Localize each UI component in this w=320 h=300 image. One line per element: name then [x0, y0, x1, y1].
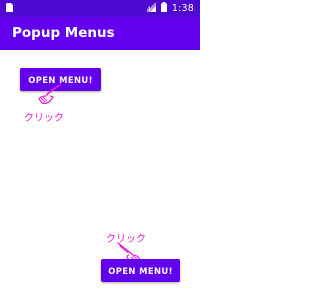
open-menu-button-bottom[interactable]: OPEN MENU! [101, 259, 180, 282]
click-annotation-top: クリック [24, 113, 64, 124]
battery-icon [160, 2, 167, 15]
sim-card-icon [6, 3, 13, 15]
status-bar: 4 1:38 [0, 0, 200, 17]
pointing-hand-icon [36, 84, 62, 112]
status-time: 1:38 [171, 3, 194, 14]
svg-text:4: 4 [147, 6, 151, 12]
page-title: Popup Menus [12, 25, 115, 41]
app-bar: Popup Menus [0, 17, 200, 50]
signal-icon: 4 [145, 2, 156, 15]
